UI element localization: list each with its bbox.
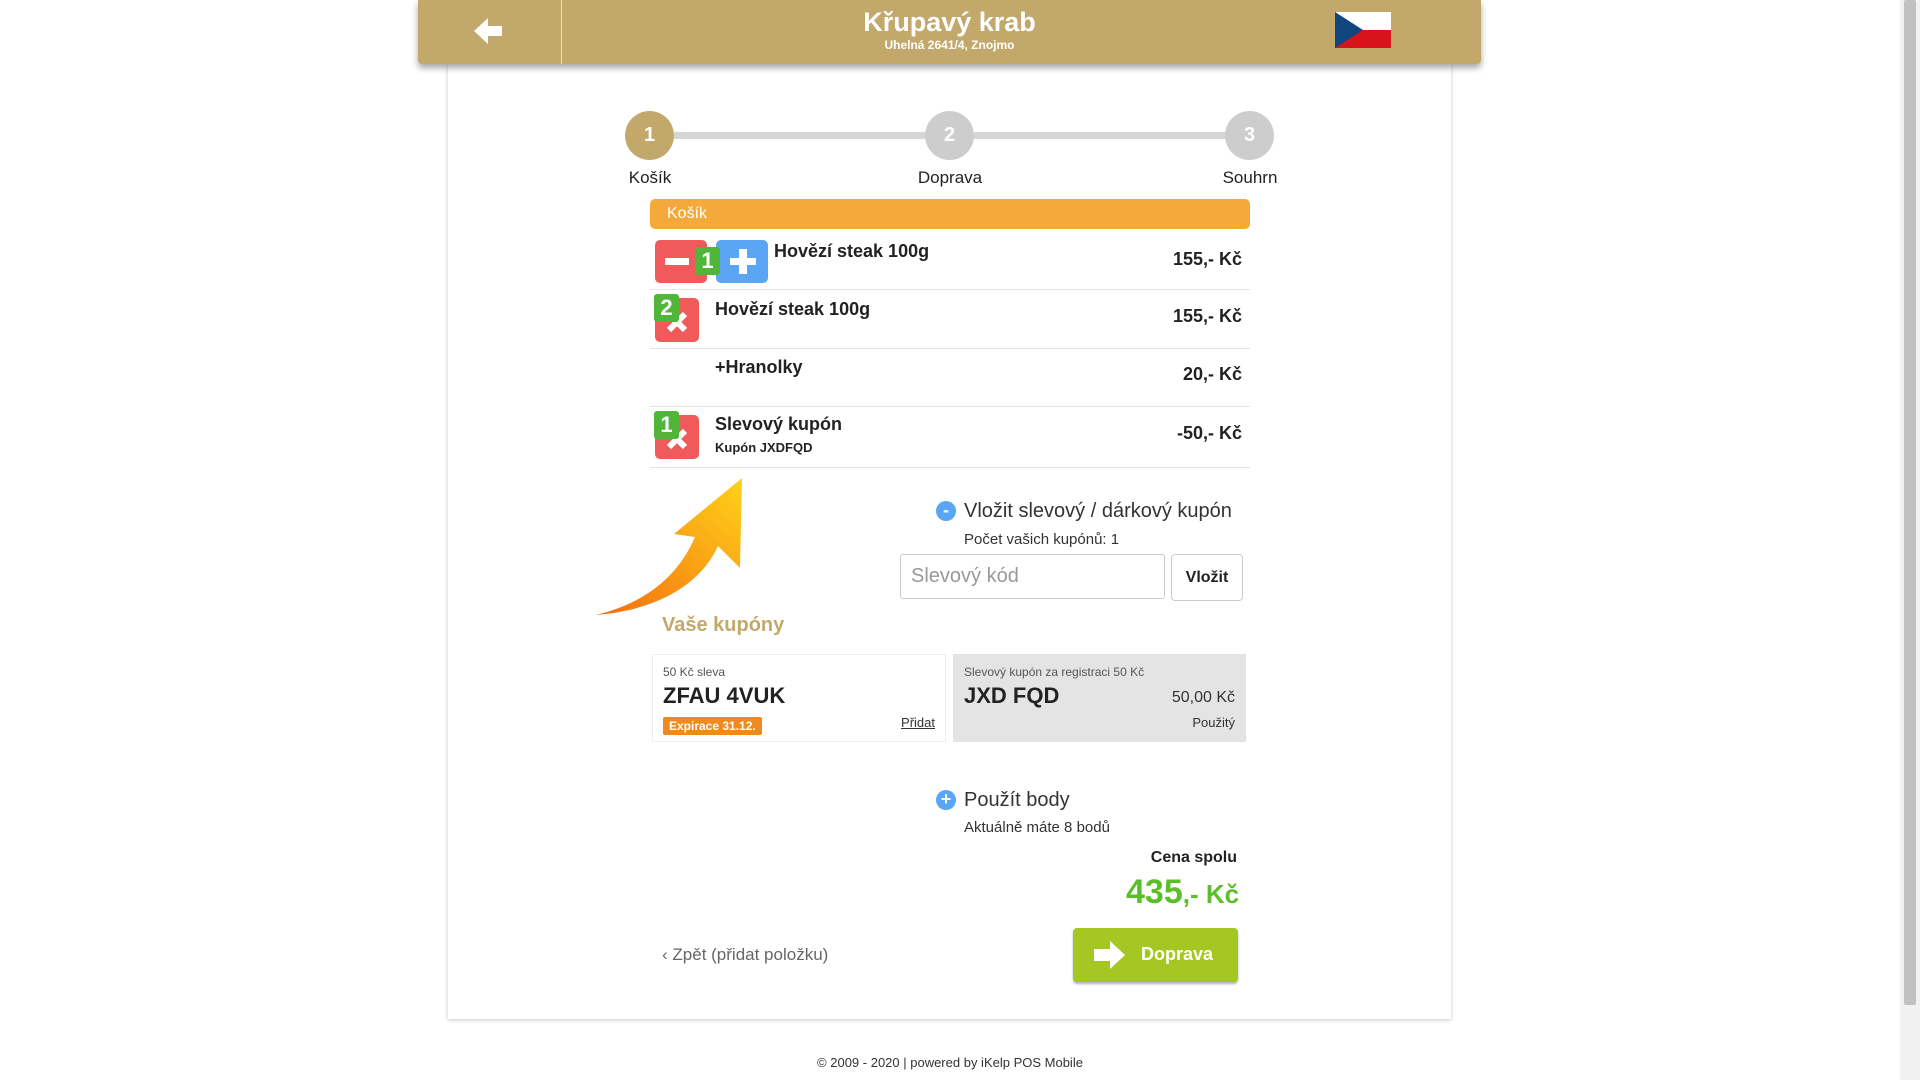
- coupon-card[interactable]: 50 Kč sleva ZFAU 4VUK Expirace 31.12. Př…: [652, 654, 946, 742]
- restaurant-address: Uhelná 2641/4, Znojmo: [884, 38, 1015, 52]
- item-name: Hovězí steak 100g: [715, 299, 871, 319]
- cart-item-row: 1 Slevový kupón Kupón JXDFQD -50,- Kč: [650, 407, 1250, 468]
- quantity-badge: 1: [695, 247, 720, 275]
- cart-header: Košík: [650, 199, 1250, 229]
- back-add-item-link[interactable]: ‹ Zpět (přidat položku): [662, 945, 828, 965]
- top-header: Křupavý krab Uhelná 2641/4, Znojmo: [418, 0, 1481, 64]
- coupon-code-input[interactable]: [900, 554, 1165, 599]
- cart-item-row: 1 Hovězí steak 100g 155,- Kč: [650, 233, 1250, 290]
- step-3-label: Souhrn: [1222, 168, 1278, 187]
- total-currency: ,- Kč: [1182, 879, 1240, 909]
- step-connector: [974, 132, 1230, 139]
- step-1-label: Košík: [628, 168, 672, 187]
- total-label: Cena spolu: [1150, 849, 1237, 866]
- total-amount: 435: [1126, 873, 1183, 911]
- total-price: 435,- Kč: [1126, 873, 1239, 912]
- item-price: 20,- Kč: [1182, 364, 1242, 384]
- quantity-badge: 2: [654, 294, 679, 322]
- plus-icon: [730, 249, 756, 274]
- item-price: 155,- Kč: [1172, 249, 1242, 269]
- coupon-toggle[interactable]: -: [936, 501, 956, 521]
- item-name: Slevový kupón: [715, 414, 843, 434]
- points-balance: Aktuálně máte 8 bodů: [964, 819, 1110, 836]
- restaurant-name: Křupavý krab: [863, 7, 1036, 37]
- scrollbar[interactable]: [1900, 0, 1920, 1080]
- scrollbar-thumb[interactable]: [1904, 0, 1916, 1005]
- add-coupon-link[interactable]: Přidat: [901, 715, 935, 730]
- next-delivery-button[interactable]: Doprava: [1073, 928, 1238, 982]
- coupon-subtitle: Slevový kupón za registraci 50 Kč: [964, 665, 1145, 679]
- step-2-label: Doprava: [917, 168, 983, 187]
- item-price: -50,- Kč: [1176, 423, 1242, 443]
- chevron-left-icon: ‹: [662, 945, 668, 964]
- coupon-count: Počet vašich kupónů: 1: [964, 531, 1120, 548]
- your-coupons-title: Vaše kupóny: [662, 614, 785, 636]
- coupon-value: 50,00 Kč: [1171, 689, 1235, 706]
- coupon-card-used: Slevový kupón za registraci 50 Kč JXD FQ…: [953, 654, 1246, 742]
- next-button-label: Doprava: [1141, 944, 1214, 964]
- arrow-left-icon: [474, 18, 502, 44]
- czech-flag-icon: [1335, 12, 1391, 48]
- cart-item-row: +Hranolky 20,- Kč: [650, 349, 1250, 407]
- back-link-label: Zpět (přidat položku): [672, 945, 829, 964]
- insert-coupon-button[interactable]: Vložit: [1171, 554, 1243, 601]
- step-2-circle[interactable]: 2: [925, 111, 974, 160]
- points-toggle[interactable]: +: [936, 790, 956, 810]
- step-1-circle[interactable]: 1: [625, 111, 674, 160]
- cart-item-row: 2 Hovězí steak 100g 155,- Kč: [650, 290, 1250, 349]
- arrow-right-icon: [1094, 941, 1125, 969]
- coupon-entry-title[interactable]: Vložit slevový / dárkový kupón: [964, 500, 1232, 523]
- language-selector[interactable]: [1335, 12, 1391, 48]
- coupon-subtitle: 50 Kč sleva: [663, 665, 726, 679]
- coupon-code: ZFAU 4VUK: [663, 683, 786, 708]
- item-subtitle: Kupón JXDFQD: [715, 440, 813, 455]
- coupon-code: JXD FQD: [964, 683, 1060, 708]
- coupon-status: Použitý: [1192, 715, 1235, 730]
- increase-qty-button[interactable]: [716, 240, 768, 283]
- restaurant-brand: Křupavý krab Uhelná 2641/4, Znojmo: [564, 6, 1335, 52]
- item-name: Hovězí steak 100g: [774, 241, 930, 261]
- coupon-expiry-badge: Expirace 31.12.: [663, 717, 762, 735]
- back-button[interactable]: [418, 0, 562, 64]
- item-price: 155,- Kč: [1172, 306, 1242, 326]
- step-connector: [674, 132, 930, 139]
- quantity-badge: 1: [654, 411, 679, 439]
- footer-text: © 2009 - 2020 | powered by iKelp POS Mob…: [817, 1055, 1083, 1070]
- item-extra-name: +Hranolky: [715, 357, 803, 377]
- points-title[interactable]: Použít body: [964, 789, 1070, 812]
- step-3-circle[interactable]: 3: [1225, 111, 1274, 160]
- pointer-arrow-icon: [596, 478, 742, 615]
